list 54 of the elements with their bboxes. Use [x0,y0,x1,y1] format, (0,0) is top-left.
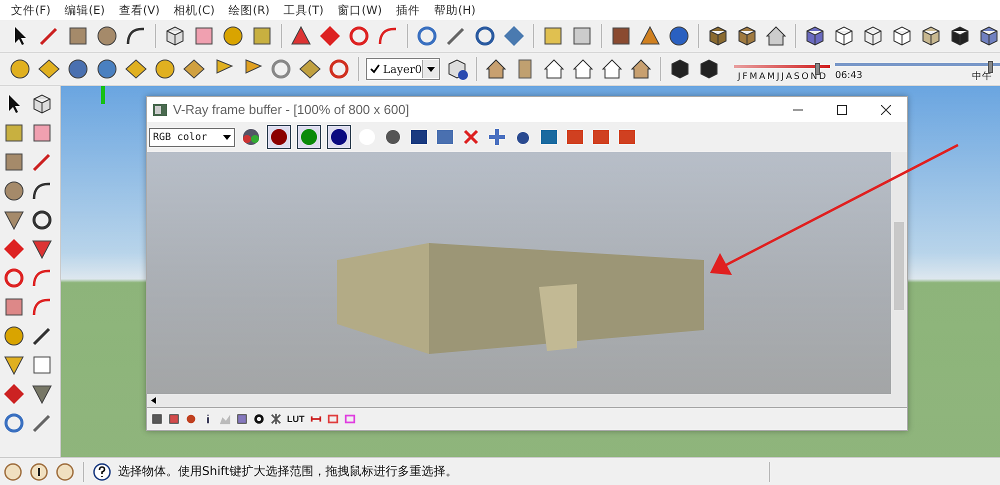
maximize-icon[interactable] [837,104,847,114]
month-label: F [742,72,748,82]
channel-toggle[interactable] [267,125,291,149]
month-label: A [759,72,766,82]
badge-icon[interactable] [8,57,32,81]
menu-item[interactable]: 查看(V) [112,2,167,18]
menu-item[interactable]: 插件 [389,2,428,18]
channel-dropdown[interactable]: RGB color [149,128,235,146]
alpha-circle-icon[interactable] [383,127,403,147]
dropdown-caret-icon [426,66,435,72]
month-label: O [801,72,809,82]
month-label: J [781,72,784,82]
lut-button[interactable]: LUT [287,414,304,424]
app-icon [153,104,167,116]
month-label: J [776,72,780,82]
menu-item[interactable]: 帮助(H) [427,2,483,18]
color-channels-icon[interactable] [241,127,261,147]
menu-item[interactable]: 相机(C) [166,2,222,18]
noon-label: 中午 [972,70,992,83]
window-icon[interactable] [151,413,163,425]
house-icon[interactable] [484,57,508,81]
vertical-scrollbar[interactable] [891,152,907,394]
house-icon[interactable] [542,57,566,81]
time-label: 06:43 [835,70,862,83]
close-icon[interactable] [881,104,891,114]
scroll-left-icon[interactable] [151,397,156,404]
3d-viewport[interactable]: V-Ray frame buffer - [100% of 800 x 600] RGB color LUT [61,86,1000,457]
menu-item[interactable]: 编辑(E) [58,2,112,18]
window-title: V-Ray frame buffer - [100% of 800 x 600] [173,102,410,117]
menu-item[interactable]: 文件(F) [4,2,58,18]
month-label: J [738,72,740,82]
circle-icon[interactable] [95,24,119,48]
horizontal-scrollbar[interactable] [147,394,907,408]
month-label: A [786,72,792,82]
menu-item[interactable]: 窗口(W) [330,2,390,18]
house-icon[interactable] [628,57,653,81]
month-label: S [794,72,800,82]
house-icon[interactable] [600,57,624,81]
axis-marker [101,86,105,104]
menu-item[interactable]: 工具(T) [276,2,331,18]
crosshair-icon[interactable] [487,127,507,147]
house-icon[interactable] [570,57,595,81]
layer-dropdown[interactable]: Layer0 [366,58,440,80]
menu-item[interactable]: 绘图(R) [222,2,277,18]
house-icon[interactable] [764,24,788,48]
month-label: M [749,72,758,82]
month-label: M [767,72,775,82]
circle-icon[interactable] [2,179,26,203]
badge-icon[interactable] [66,57,90,81]
dropdown-caret-icon [223,134,231,140]
month-label: D [819,72,826,82]
channel-toggle[interactable] [327,125,351,149]
status-text: 选择物体。使用Shift键扩大选择范围，拖拽鼠标进行多重选择。 [118,463,458,480]
channel-toggle[interactable] [297,125,321,149]
